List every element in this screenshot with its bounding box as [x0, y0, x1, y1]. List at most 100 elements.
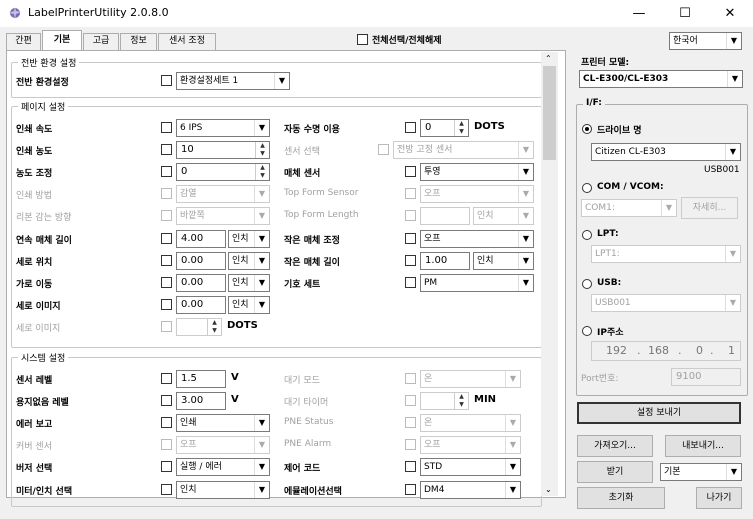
horizontal-shift-checkbox[interactable]	[161, 277, 172, 288]
tab-sensor-adjust[interactable]: 센서 조정	[158, 33, 216, 50]
top-form-length-label: Top Form Length	[284, 210, 359, 220]
media-sensor-select[interactable]: 투영 ▼	[420, 163, 534, 181]
emulation-select-checkbox[interactable]	[405, 484, 416, 495]
standby-timer-label: 대기 타이머	[284, 398, 329, 408]
lpt-label: LPT:	[597, 229, 619, 239]
print-method-label: 인쇄 방법	[16, 191, 52, 201]
standby-mode-checkbox	[405, 373, 416, 384]
select-all-checkbox[interactable]	[357, 34, 368, 45]
metric-inch-checkbox[interactable]	[161, 484, 172, 495]
pne-alarm-select: 오프 ▼	[420, 436, 521, 454]
print-method-checkbox	[161, 188, 172, 199]
symbol-set-select[interactable]: PM ▼	[420, 274, 534, 292]
scroll-down-icon[interactable]: ⌄	[545, 485, 552, 494]
vertical-position-unit-select[interactable]: 인치 ▼	[228, 252, 270, 270]
small-media-adjust-checkbox[interactable]	[405, 233, 416, 244]
horizontal-shift-unit-select[interactable]: 인치 ▼	[228, 274, 270, 292]
sensor-select-checkbox	[378, 144, 389, 155]
app-icon	[9, 7, 21, 19]
continuous-length-unit-select[interactable]: 인치 ▼	[228, 230, 270, 248]
ip-address-input: 192 . 168 . 0 . 1	[591, 341, 741, 361]
standby-mode-label: 대기 모드	[284, 376, 320, 386]
darkness-adjust-spinner[interactable]: 0 ▲ ▼	[176, 163, 270, 181]
general-setting-label: 전반 환경설정	[16, 78, 69, 88]
print-speed-checkbox[interactable]	[161, 122, 172, 133]
paper-empty-level-checkbox[interactable]	[161, 395, 172, 406]
ip-radio[interactable]	[582, 326, 592, 336]
general-setting-checkbox[interactable]	[161, 75, 172, 86]
emulation-select-select[interactable]: DM4 ▼	[420, 481, 521, 499]
port-input: 9100	[671, 368, 741, 386]
small-media-adjust-select[interactable]: 오프 ▼	[420, 230, 534, 248]
print-speed-select[interactable]: 6 IPS ▼	[176, 119, 270, 137]
media-sensor-checkbox[interactable]	[405, 166, 416, 177]
export-button[interactable]: 내보내기...	[665, 435, 741, 457]
control-code-checkbox[interactable]	[405, 461, 416, 472]
paper-empty-level-input[interactable]: 3.00	[176, 392, 226, 410]
scroll-up-icon[interactable]: ⌃	[545, 54, 552, 63]
continuous-length-input[interactable]: 4.00	[176, 230, 226, 248]
driver-radio[interactable]	[582, 124, 592, 134]
control-code-select[interactable]: STD ▼	[420, 458, 521, 476]
port-label: Port번호:	[581, 374, 619, 384]
tab-basic[interactable]: 기본	[42, 30, 82, 51]
tab-simple[interactable]: 간편	[6, 33, 41, 50]
send-settings-button[interactable]: 설정 보내기	[577, 402, 741, 424]
maximize-button[interactable]: ☐	[662, 0, 708, 27]
system-group-title: 시스템 설정	[18, 351, 69, 364]
print-darkness-spinner[interactable]: 10 ▲ ▼	[176, 141, 270, 159]
import-button[interactable]: 가져오기...	[577, 435, 653, 457]
usb-radio[interactable]	[582, 279, 592, 289]
general-group: 전반 환경 설정 전반 환경설정 환경설정세트 1 ▼	[11, 56, 542, 98]
vertical-image-dots-unit: DOTS	[227, 320, 258, 331]
language-select[interactable]: 한국어 ▼	[669, 32, 742, 50]
sensor-level-input[interactable]: 1.5	[176, 370, 226, 388]
error-report-select[interactable]: 인쇄 ▼	[176, 414, 270, 432]
small-media-length-input[interactable]: 1.00	[420, 252, 470, 270]
pne-status-checkbox	[405, 417, 416, 428]
paper-empty-level-label: 용지없음 레벨	[16, 398, 69, 408]
close-button[interactable]: ✕	[707, 0, 753, 27]
small-media-length-unit-select[interactable]: 인치 ▼	[473, 252, 534, 270]
vertical-image-input[interactable]: 0.00	[176, 296, 226, 314]
vertical-position-input[interactable]: 0.00	[176, 252, 226, 270]
continuous-length-checkbox[interactable]	[161, 233, 172, 244]
vertical-position-checkbox[interactable]	[161, 255, 172, 266]
printer-model-select[interactable]: CL-E300/CL-E303 ▼	[579, 70, 743, 88]
top-form-length-checkbox	[405, 210, 416, 221]
driver-select[interactable]: Citizen CL-E303 ▼	[591, 143, 741, 161]
page-group-title: 페이지 설정	[18, 100, 69, 113]
minimize-button[interactable]: —	[616, 0, 662, 27]
darkness-adjust-checkbox[interactable]	[161, 166, 172, 177]
pne-alarm-label: PNE Alarm	[284, 439, 332, 449]
auto-life-spinner[interactable]: 0 ▲ ▼	[420, 119, 469, 137]
buzzer-select-select[interactable]: 실행 / 에러 ▼	[176, 458, 270, 476]
general-setting-select[interactable]: 환경설정세트 1 ▼	[176, 72, 290, 90]
metric-inch-select[interactable]: 인치 ▼	[176, 481, 270, 499]
cover-sensor-checkbox	[161, 439, 172, 450]
error-report-checkbox[interactable]	[161, 417, 172, 428]
paper-empty-level-unit: V	[231, 394, 239, 405]
auto-life-checkbox[interactable]	[405, 122, 416, 133]
scrollbar-thumb[interactable]	[543, 66, 556, 160]
settings-panel: 전반 환경 설정 전반 환경설정 환경설정세트 1 ▼ 페이지 설정 인쇄 속도 …	[6, 50, 566, 507]
vertical-image-checkbox[interactable]	[161, 299, 172, 310]
vertical-image-unit-select[interactable]: 인치 ▼	[228, 296, 270, 314]
buzzer-select-checkbox[interactable]	[161, 461, 172, 472]
top-form-length-input	[420, 207, 470, 225]
receive-mode-select[interactable]: 기본 ▼	[660, 463, 742, 481]
receive-button[interactable]: 받기	[577, 461, 653, 483]
tab-advanced[interactable]: 고급	[83, 33, 119, 50]
horizontal-shift-input[interactable]: 0.00	[176, 274, 226, 292]
com-radio[interactable]	[582, 183, 592, 193]
sensor-level-checkbox[interactable]	[161, 373, 172, 384]
exit-button[interactable]: 나가기	[696, 487, 742, 509]
tab-info[interactable]: 정보	[120, 33, 157, 50]
reset-button[interactable]: 초기화	[577, 487, 665, 509]
print-darkness-checkbox[interactable]	[161, 144, 172, 155]
lpt-select: LPT1: ▼	[591, 245, 741, 263]
small-media-length-checkbox[interactable]	[405, 255, 416, 266]
symbol-set-checkbox[interactable]	[405, 277, 416, 288]
select-all-label: 전체선택/전체해제	[372, 36, 442, 46]
lpt-radio[interactable]	[582, 230, 592, 240]
